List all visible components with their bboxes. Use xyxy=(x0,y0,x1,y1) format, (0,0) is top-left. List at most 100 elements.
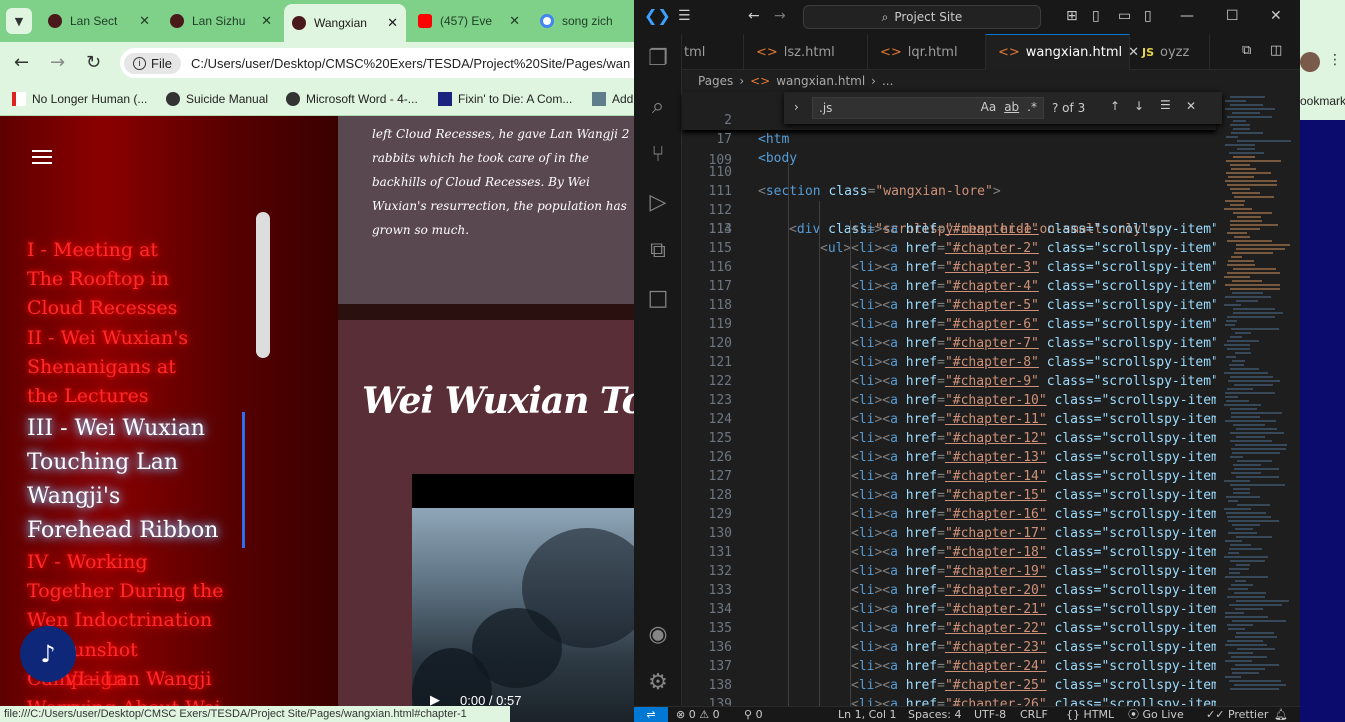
chapter-link[interactable]: II - Wei Wuxian's Shenanigans at the Lec… xyxy=(27,324,207,411)
chapter-link-active[interactable]: III - Wei Wuxian Touching Lan Wangji's F… xyxy=(27,412,232,548)
hamburger-menu-icon[interactable]: ☰ xyxy=(678,8,691,24)
anchor-href[interactable]: "#chapter-17" xyxy=(945,526,1047,541)
anchor-href[interactable]: "#chapter-22" xyxy=(945,621,1047,636)
anchor-href[interactable]: "#chapter-12" xyxy=(945,431,1047,446)
run-debug-icon[interactable]: ▷ xyxy=(646,190,670,215)
sidebar-scrollbar[interactable] xyxy=(256,212,270,358)
anchor-href[interactable]: "#chapter-21" xyxy=(945,602,1047,617)
video-player[interactable]: ▶ 0:00 / 0:57 xyxy=(412,474,634,722)
anchor-href[interactable]: "#chapter-19" xyxy=(945,564,1047,579)
browser-tab[interactable]: (457) Eve ✕ xyxy=(410,6,528,36)
remote-explorer-icon[interactable]: □ xyxy=(646,286,670,311)
go-live-button[interactable]: ⦿ Go Live xyxy=(1128,707,1184,722)
editor-tab[interactable]: <> lsz.html xyxy=(744,34,868,70)
language-mode[interactable]: {} HTML xyxy=(1066,707,1114,722)
anchor-href[interactable]: "#chapter-10" xyxy=(945,393,1047,408)
chevron-right-icon[interactable]: › xyxy=(794,100,799,114)
ports-indicator[interactable]: ⚲ 0 xyxy=(744,707,763,722)
toggle-panel-icon[interactable]: ▭ xyxy=(1118,8,1131,24)
extensions-icon[interactable]: ⧉ xyxy=(646,238,670,263)
back-arrow-icon[interactable]: ← xyxy=(748,8,760,24)
anchor-href[interactable]: "#chapter-20" xyxy=(945,583,1047,598)
anchor-href[interactable]: "#chapter-9" xyxy=(945,374,1039,389)
search-icon[interactable]: ⌕ xyxy=(646,94,670,119)
profile-avatar[interactable] xyxy=(1300,52,1320,72)
anchor-href[interactable]: "#chapter-15" xyxy=(945,488,1047,503)
anchor-href[interactable]: "#chapter-4" xyxy=(945,279,1039,294)
tab-search-button[interactable]: ▼ xyxy=(6,8,32,34)
close-icon[interactable]: ✕ xyxy=(253,13,272,29)
anchor-href[interactable]: "#chapter-8" xyxy=(945,355,1039,370)
close-icon[interactable]: ✕ xyxy=(1186,99,1196,113)
remote-indicator-icon[interactable]: ⇌ xyxy=(634,707,668,722)
bookmark-item[interactable]: No Longer Human (... xyxy=(12,92,147,106)
browser-tab[interactable]: Lan Sizhu ✕ xyxy=(162,6,280,36)
close-icon[interactable]: ✕ xyxy=(1270,8,1282,24)
editor-tab[interactable]: <> lqr.html xyxy=(868,34,986,70)
code-editor[interactable]: 109 110 <section class="wangxian-lore"> … xyxy=(682,92,1216,706)
arrow-down-icon[interactable]: ↓ xyxy=(1134,99,1144,113)
close-icon[interactable]: ✕ xyxy=(379,15,398,31)
command-center-search[interactable]: ⌕ Project Site xyxy=(803,5,1041,29)
browser-tab-active[interactable]: Wangxian ✕ xyxy=(284,4,406,42)
anchor-href[interactable]: "#chapter-3" xyxy=(945,260,1039,275)
editor-tab[interactable]: JS oyzz xyxy=(1130,34,1210,70)
indentation[interactable]: Spaces: 4 xyxy=(908,707,961,722)
anchor-href[interactable]: "#chapter-23" xyxy=(945,640,1047,655)
line-ending[interactable]: CRLF xyxy=(1020,707,1048,722)
toggle-secondary-sidebar-icon[interactable]: ▯ xyxy=(1144,8,1152,24)
anchor-href[interactable]: "#chapter-25" xyxy=(945,678,1047,693)
breadcrumb-symbol[interactable]: ... xyxy=(882,74,893,88)
gear-icon[interactable]: ⚙ xyxy=(646,670,670,695)
account-icon[interactable]: ◉ xyxy=(646,622,670,647)
layout-customize-icon[interactable]: ⊞ xyxy=(1066,8,1078,24)
back-arrow-icon[interactable]: ← xyxy=(14,52,29,73)
minimap[interactable] xyxy=(1216,92,1300,706)
regex-icon[interactable]: .* xyxy=(1027,100,1037,114)
reload-icon[interactable]: ↻ xyxy=(86,52,101,73)
anchor-href[interactable]: "#chapter-1" xyxy=(945,222,1039,237)
editor-tab-active[interactable]: <> wangxian.html ✕ xyxy=(986,34,1139,70)
anchor-href[interactable]: "#chapter-18" xyxy=(945,545,1047,560)
open-preview-icon[interactable]: ⧉ xyxy=(1242,43,1251,58)
problems-indicator[interactable]: ⊗ 0 ⚠ 0 xyxy=(676,707,720,722)
forward-arrow-icon[interactable]: → xyxy=(50,52,65,73)
anchor-href[interactable]: "#chapter-24" xyxy=(945,659,1047,674)
anchor-href[interactable]: "#chapter-13" xyxy=(945,450,1047,465)
anchor-href[interactable]: "#chapter-5" xyxy=(945,298,1039,313)
bookmark-item[interactable]: Suicide Manual xyxy=(166,92,268,106)
breadcrumb-folder[interactable]: Pages xyxy=(698,74,733,88)
close-icon[interactable]: ✕ xyxy=(131,13,150,29)
cursor-position[interactable]: Ln 1, Col 1 xyxy=(838,707,897,722)
anchor-href[interactable]: "#chapter-6" xyxy=(945,317,1039,332)
prettier-status[interactable]: ✓✓ Prettier xyxy=(1206,707,1268,722)
encoding[interactable]: UTF-8 xyxy=(974,707,1006,722)
anchor-href[interactable]: "#chapter-2" xyxy=(945,241,1039,256)
editor-tab[interactable]: tml xyxy=(672,34,744,70)
find-in-selection-icon[interactable]: ☰ xyxy=(1160,98,1171,112)
bookmark-item[interactable]: Microsoft Word - 4-... xyxy=(286,92,418,106)
anchor-href[interactable]: "#chapter-14" xyxy=(945,469,1047,484)
music-player-button[interactable]: ♪ xyxy=(20,626,76,682)
breadcrumb-file[interactable]: wangxian.html xyxy=(776,74,865,88)
minimize-icon[interactable]: — xyxy=(1180,8,1194,24)
forward-arrow-icon[interactable]: → xyxy=(774,8,786,24)
anchor-href[interactable]: "#chapter-26" xyxy=(945,697,1047,706)
anchor-href[interactable]: "#chapter-16" xyxy=(945,507,1047,522)
browser-tab[interactable]: Lan Sect ✕ xyxy=(40,6,158,36)
toggle-sidebar-icon[interactable]: ▯ xyxy=(1092,8,1100,24)
maximize-icon[interactable]: ☐ xyxy=(1226,8,1239,24)
browser-tab[interactable]: song zich xyxy=(532,6,634,36)
menu-icon[interactable] xyxy=(32,150,52,168)
bookmark-item[interactable]: Fixin' to Die: A Com... xyxy=(438,92,572,106)
chapter-link[interactable]: I - Meeting at The Rooftop in Cloud Rece… xyxy=(27,236,197,323)
site-info-chip[interactable]: i File xyxy=(124,52,181,74)
chapter-link[interactable]: VI - Lan Wangji xyxy=(64,665,274,694)
chapter-link[interactable]: IV - Working Together During the Wen Ind… xyxy=(27,548,227,635)
find-input[interactable]: .js Aa ab .* xyxy=(812,97,1044,119)
match-case-icon[interactable]: Aa xyxy=(981,100,997,114)
notifications-icon[interactable]: 🔔︎ xyxy=(1274,707,1288,722)
explorer-icon[interactable]: ❐ xyxy=(646,46,670,71)
anchor-href[interactable]: "#chapter-11" xyxy=(945,412,1047,427)
bookmark-item[interactable]: Add xyxy=(592,92,633,106)
